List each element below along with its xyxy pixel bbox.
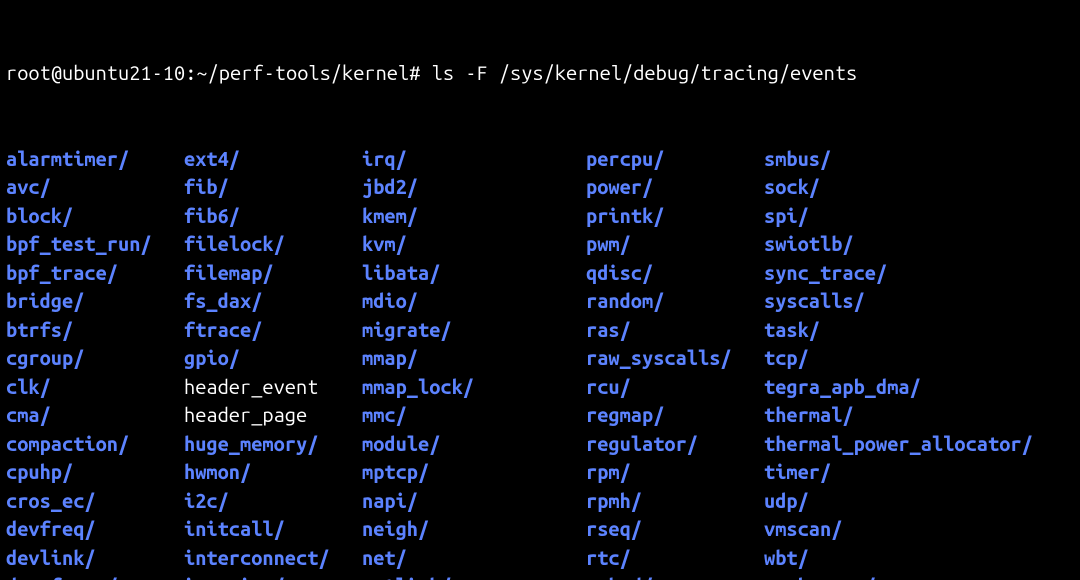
ls-entry-dir: mdio/ <box>362 287 586 316</box>
prompt-sep2: # <box>409 61 431 84</box>
ls-entry-file: header_page <box>184 401 362 430</box>
ls-entry-dir: btrfs/ <box>6 316 184 345</box>
ls-entry-dir: initcall/ <box>184 515 362 544</box>
ls-entry-dir: qdisc/ <box>586 259 764 288</box>
ls-entry-dir: block/ <box>6 202 184 231</box>
ls-entry-dir: sched/ <box>586 572 764 580</box>
prompt-user-host: root@ubuntu21-10 <box>6 61 185 84</box>
shell-prompt: root@ubuntu21-10:~/perf-tools/kernel# ls… <box>6 59 1074 88</box>
prompt-sep1: : <box>185 61 196 84</box>
ls-entry-dir: gpio/ <box>184 344 362 373</box>
ls-entry-file: header_event <box>184 373 362 402</box>
ls-entry-dir: timer/ <box>764 458 1074 487</box>
ls-entry-dir: mptcp/ <box>362 458 586 487</box>
ls-column: ext4/fib/fib6/filelock/filemap/fs_dax/ft… <box>184 145 362 580</box>
ls-entry-dir: bpf_trace/ <box>6 259 184 288</box>
ls-entry-dir: alarmtimer/ <box>6 145 184 174</box>
prompt-cwd: ~/perf-tools/kernel <box>196 61 409 84</box>
ls-entry-dir: cgroup/ <box>6 344 184 373</box>
ls-column: irq/jbd2/kmem/kvm/libata/mdio/migrate/mm… <box>362 145 586 580</box>
ls-entry-dir: fib/ <box>184 173 362 202</box>
ls-entry-dir: neigh/ <box>362 515 586 544</box>
ls-entry-dir: filelock/ <box>184 230 362 259</box>
ls-entry-dir: ftrace/ <box>184 316 362 345</box>
ls-entry-dir: mmc/ <box>362 401 586 430</box>
ls-entry-dir: rtc/ <box>586 544 764 573</box>
ls-entry-dir: interconnect/ <box>184 544 362 573</box>
ls-entry-dir: net/ <box>362 544 586 573</box>
ls-entry-dir: workqueue/ <box>764 572 1074 580</box>
ls-entry-dir: mmap/ <box>362 344 586 373</box>
ls-entry-dir: regmap/ <box>586 401 764 430</box>
ls-entry-dir: vmscan/ <box>764 515 1074 544</box>
ls-entry-dir: power/ <box>586 173 764 202</box>
ls-entry-dir: bpf_test_run/ <box>6 230 184 259</box>
ls-entry-dir: cros_ec/ <box>6 487 184 516</box>
ls-entry-dir: udp/ <box>764 487 1074 516</box>
ls-entry-dir: pwm/ <box>586 230 764 259</box>
ls-entry-dir: devfreq/ <box>6 515 184 544</box>
ls-entry-dir: fs_dax/ <box>184 287 362 316</box>
ls-entry-dir: kmem/ <box>362 202 586 231</box>
ls-entry-dir: compaction/ <box>6 430 184 459</box>
ls-entry-dir: jbd2/ <box>362 173 586 202</box>
ls-entry-dir: rseq/ <box>586 515 764 544</box>
ls-entry-dir: raw_syscalls/ <box>586 344 764 373</box>
ls-entry-dir: migrate/ <box>362 316 586 345</box>
ls-entry-dir: devlink/ <box>6 544 184 573</box>
ls-entry-dir: rpm/ <box>586 458 764 487</box>
ls-entry-dir: ras/ <box>586 316 764 345</box>
ls-entry-dir: libata/ <box>362 259 586 288</box>
ls-entry-dir: syscalls/ <box>764 287 1074 316</box>
ls-entry-dir: sync_trace/ <box>764 259 1074 288</box>
ls-entry-dir: irq/ <box>362 145 586 174</box>
ls-entry-dir: ext4/ <box>184 145 362 174</box>
ls-entry-dir: regulator/ <box>586 430 764 459</box>
ls-entry-dir: rpmh/ <box>586 487 764 516</box>
ls-entry-dir: cma/ <box>6 401 184 430</box>
ls-entry-dir: tcp/ <box>764 344 1074 373</box>
ls-entry-dir: napi/ <box>362 487 586 516</box>
ls-entry-dir: percpu/ <box>586 145 764 174</box>
ls-entry-dir: wbt/ <box>764 544 1074 573</box>
command-text: ls -F /sys/kernel/debug/tracing/events <box>432 61 858 84</box>
ls-entry-dir: huge_memory/ <box>184 430 362 459</box>
ls-entry-dir: fib6/ <box>184 202 362 231</box>
ls-entry-dir: io_uring/ <box>184 572 362 580</box>
ls-entry-dir: hwmon/ <box>184 458 362 487</box>
ls-entry-dir: mmap_lock/ <box>362 373 586 402</box>
ls-entry-dir: spi/ <box>764 202 1074 231</box>
ls-entry-dir: module/ <box>362 430 586 459</box>
ls-entry-dir: sock/ <box>764 173 1074 202</box>
ls-entry-dir: random/ <box>586 287 764 316</box>
ls-entry-dir: swiotlb/ <box>764 230 1074 259</box>
ls-entry-dir: thermal/ <box>764 401 1074 430</box>
ls-entry-dir: task/ <box>764 316 1074 345</box>
ls-entry-dir: filemap/ <box>184 259 362 288</box>
terminal-output[interactable]: root@ubuntu21-10:~/perf-tools/kernel# ls… <box>0 0 1080 580</box>
ls-entry-dir: avc/ <box>6 173 184 202</box>
ls-column: percpu/power/printk/pwm/qdisc/random/ras… <box>586 145 764 580</box>
ls-entry-dir: smbus/ <box>764 145 1074 174</box>
ls-entry-dir: thermal_power_allocator/ <box>764 430 1074 459</box>
ls-entry-dir: clk/ <box>6 373 184 402</box>
ls-entry-dir: cpuhp/ <box>6 458 184 487</box>
ls-entry-dir: dma_fence/ <box>6 572 184 580</box>
ls-column: alarmtimer/avc/block/bpf_test_run/bpf_tr… <box>6 145 184 580</box>
ls-entry-dir: tegra_apb_dma/ <box>764 373 1074 402</box>
ls-entry-dir: rcu/ <box>586 373 764 402</box>
ls-entry-dir: kvm/ <box>362 230 586 259</box>
ls-output-columns: alarmtimer/avc/block/bpf_test_run/bpf_tr… <box>6 145 1074 580</box>
ls-column: smbus/sock/spi/swiotlb/sync_trace/syscal… <box>764 145 1074 580</box>
ls-entry-dir: printk/ <box>586 202 764 231</box>
ls-entry-dir: netlink/ <box>362 572 586 580</box>
ls-entry-dir: bridge/ <box>6 287 184 316</box>
ls-entry-dir: i2c/ <box>184 487 362 516</box>
